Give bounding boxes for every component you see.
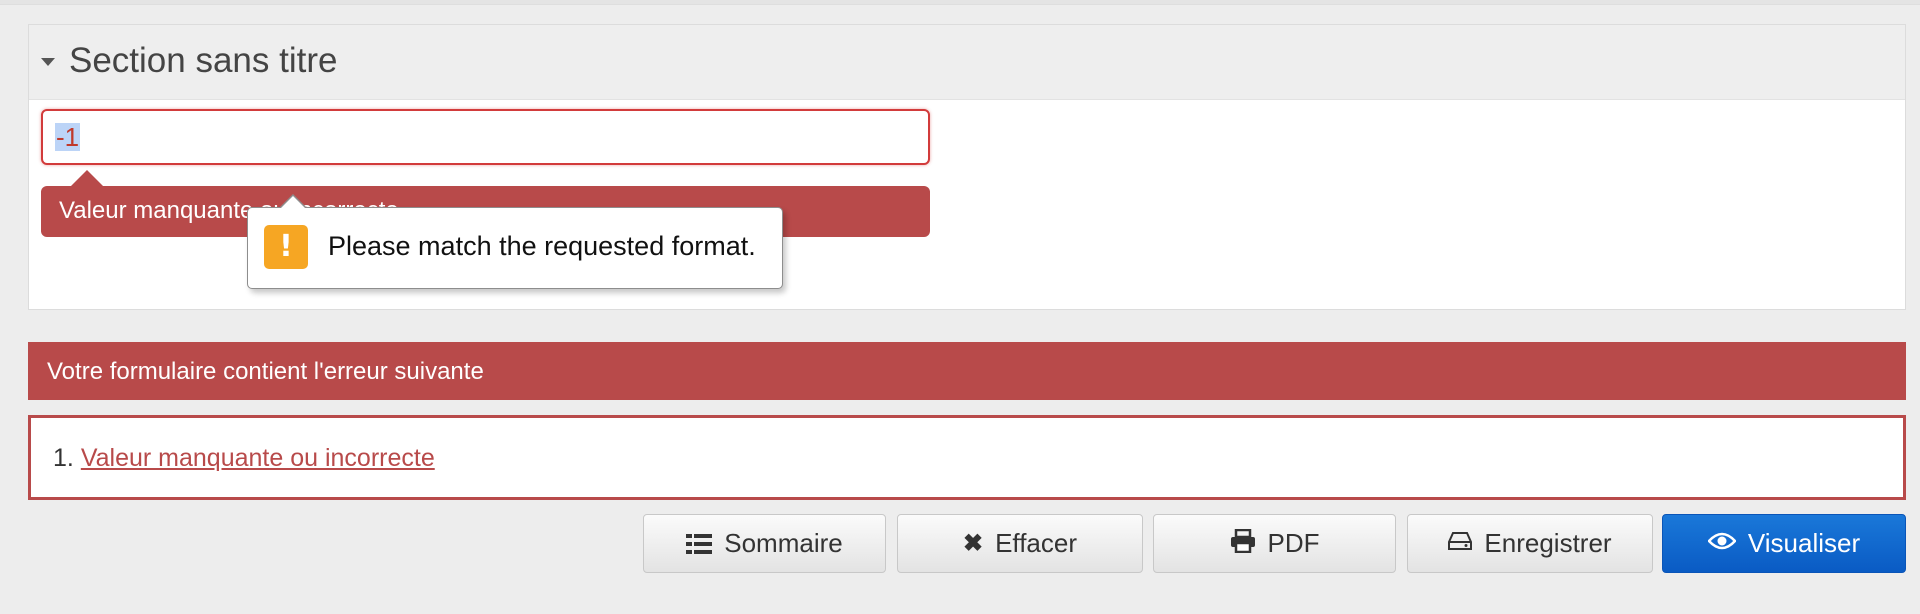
- eye-icon: [1707, 531, 1737, 556]
- save-button-label: Enregistrer: [1484, 528, 1612, 558]
- warning-icon: !: [264, 225, 308, 269]
- caret-down-icon[interactable]: [41, 58, 55, 66]
- pdf-button[interactable]: PDF: [1153, 514, 1396, 573]
- pdf-button-label: PDF: [1267, 528, 1320, 558]
- error-item-number: 1.: [53, 444, 74, 472]
- error-item-link[interactable]: Valeur manquante ou incorrecte: [81, 444, 435, 472]
- validation-message: Please match the requested format.: [328, 231, 756, 261]
- clear-button-label: Effacer: [995, 528, 1077, 558]
- preview-button[interactable]: Visualiser: [1662, 514, 1906, 573]
- text-input-field[interactable]: -1: [41, 109, 930, 165]
- preview-button-label: Visualiser: [1747, 528, 1861, 558]
- validation-tooltip: ! Please match the requested format.: [247, 194, 783, 289]
- list-item: 1. Valeur manquante ou incorrecte: [53, 444, 435, 472]
- top-divider: [0, 0, 1920, 5]
- section-title: Section sans titre: [69, 41, 338, 80]
- summary-button-label: Sommaire: [724, 528, 843, 558]
- save-button[interactable]: Enregistrer: [1407, 514, 1653, 573]
- close-icon: ✖: [962, 529, 984, 557]
- clear-button[interactable]: ✖ Effacer: [897, 514, 1143, 573]
- print-icon: [1230, 528, 1256, 558]
- list-icon: [686, 533, 713, 554]
- error-alert-banner: Votre formulaire contient l'erreur suiva…: [28, 342, 1906, 400]
- error-list: 1. Valeur manquante ou incorrecte: [28, 415, 1906, 500]
- input-value: -1: [55, 122, 81, 152]
- alert-title: Votre formulaire contient l'erreur suiva…: [47, 358, 484, 385]
- section-header[interactable]: Section sans titre: [29, 25, 1905, 100]
- hard-drive-icon: [1448, 531, 1473, 556]
- summary-button[interactable]: Sommaire: [643, 514, 886, 573]
